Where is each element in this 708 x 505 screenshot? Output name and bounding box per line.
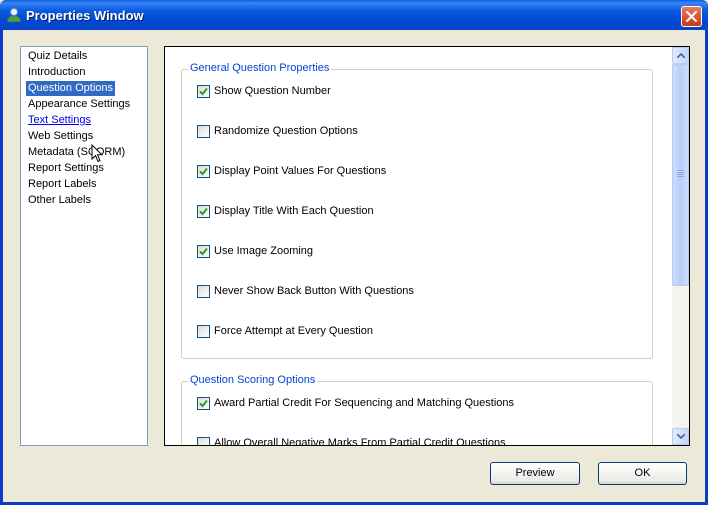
nav-item-metadata-scorm[interactable]: Metadata (SCORM) bbox=[26, 145, 127, 160]
scroll-down-button[interactable] bbox=[672, 428, 689, 445]
vertical-scrollbar[interactable] bbox=[672, 47, 689, 445]
general-question-properties-group: General Question Properties Show Questio… bbox=[181, 62, 653, 359]
checkbox-box[interactable] bbox=[197, 397, 210, 410]
scroll-up-button[interactable] bbox=[672, 47, 689, 64]
nav-item-appearance-settings[interactable]: Appearance Settings bbox=[26, 97, 132, 112]
question-options-panel: General Question Properties Show Questio… bbox=[164, 46, 690, 446]
nav-item-other-labels[interactable]: Other Labels bbox=[26, 193, 93, 208]
checkbox-box[interactable] bbox=[197, 325, 210, 338]
properties-window: Properties Window Quiz Details Introduct… bbox=[0, 0, 708, 505]
checkbox-box[interactable] bbox=[197, 125, 210, 138]
group-title-scoring: Question Scoring Options bbox=[188, 374, 318, 386]
arrow-down-icon bbox=[677, 434, 685, 439]
user-icon bbox=[6, 7, 22, 23]
checkmark-icon bbox=[199, 207, 208, 216]
checkmark-icon bbox=[199, 87, 208, 96]
scroll-thumb[interactable] bbox=[672, 64, 689, 286]
group-title-general: General Question Properties bbox=[188, 62, 332, 74]
settings-nav-list[interactable]: Quiz Details Introduction Question Optio… bbox=[20, 46, 148, 446]
checkbox-box[interactable] bbox=[197, 165, 210, 178]
checkmark-icon bbox=[199, 399, 208, 408]
window-title: Properties Window bbox=[26, 8, 144, 23]
nav-item-introduction[interactable]: Introduction bbox=[26, 65, 87, 80]
close-button[interactable] bbox=[681, 6, 702, 27]
preview-button[interactable]: Preview bbox=[490, 462, 580, 485]
nav-item-report-labels[interactable]: Report Labels bbox=[26, 177, 99, 192]
checkbox-box[interactable] bbox=[197, 205, 210, 218]
title-bar[interactable]: Properties Window bbox=[0, 0, 708, 30]
checkbox-box[interactable] bbox=[197, 85, 210, 98]
ok-button[interactable]: OK bbox=[598, 462, 687, 485]
mouse-pointer-icon bbox=[91, 144, 104, 163]
checkmark-icon bbox=[199, 167, 208, 176]
nav-item-web-settings[interactable]: Web Settings bbox=[26, 129, 95, 144]
checkbox-box[interactable] bbox=[197, 437, 210, 445]
checkbox-box[interactable] bbox=[197, 285, 210, 298]
close-icon bbox=[686, 11, 697, 22]
nav-item-quiz-details[interactable]: Quiz Details bbox=[26, 49, 89, 64]
arrow-up-icon bbox=[677, 53, 685, 58]
nav-item-report-settings[interactable]: Report Settings bbox=[26, 161, 106, 176]
checkbox-box[interactable] bbox=[197, 245, 210, 258]
question-scoring-options-group: Question Scoring Options Award Partial C… bbox=[181, 374, 653, 445]
nav-item-text-settings[interactable]: Text Settings bbox=[26, 113, 93, 128]
dialog-client-area: Quiz Details Introduction Question Optio… bbox=[3, 30, 705, 502]
nav-item-question-options[interactable]: Question Options bbox=[26, 81, 115, 96]
checkmark-icon bbox=[199, 247, 208, 256]
